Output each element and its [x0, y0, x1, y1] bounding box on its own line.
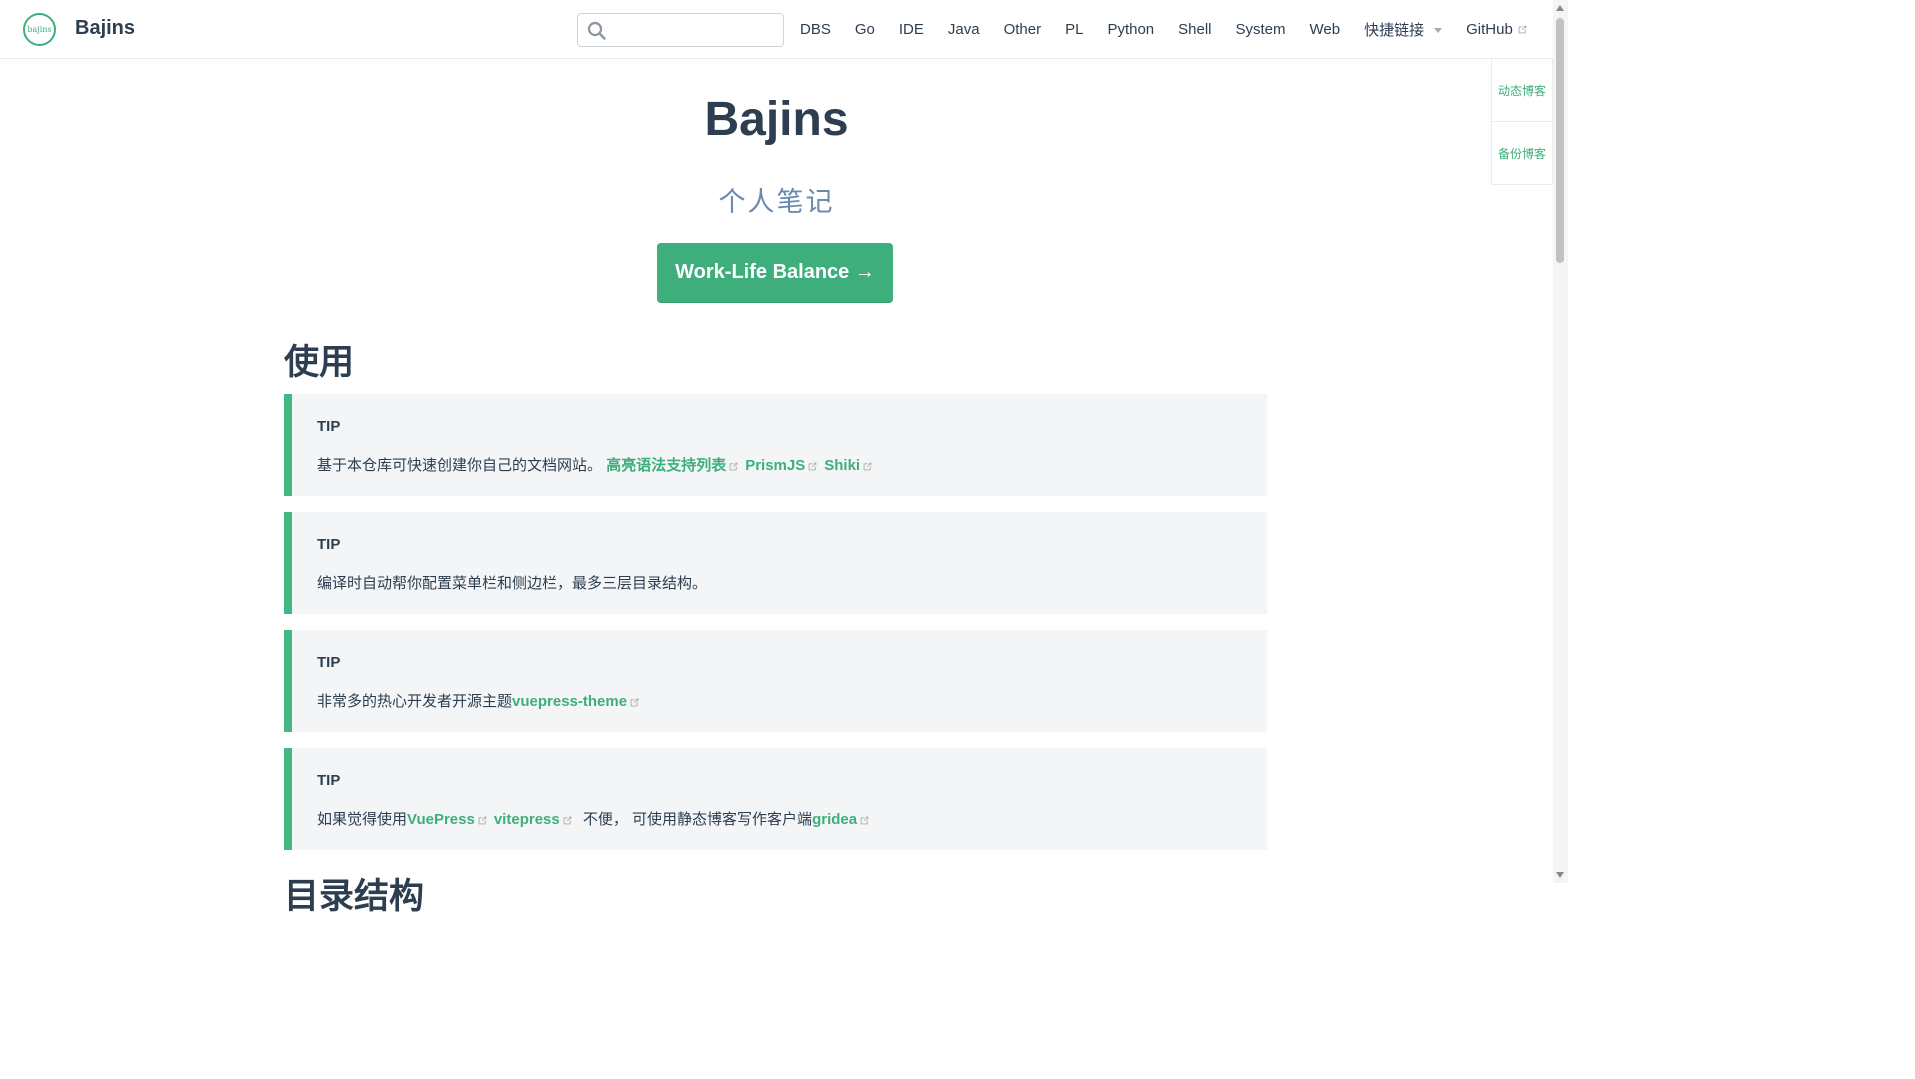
gridea-link-text: gridea: [812, 811, 858, 828]
vitepress-link[interactable]: vitepress: [494, 811, 579, 828]
chevron-down-icon: [1434, 28, 1443, 33]
nav-link-web[interactable]: Web: [1310, 21, 1341, 38]
nav-link-java[interactable]: Java: [948, 21, 980, 38]
external-link-icon: [478, 816, 487, 824]
vuepress-theme-link-text: vuepress-theme: [512, 693, 628, 710]
external-link-icon: [860, 816, 869, 824]
nav-link-python[interactable]: Python: [1107, 21, 1154, 38]
site-logo[interactable]: bajins: [23, 13, 56, 46]
navbar: bajins Bajins DBS Go IDE Java Other PL P…: [0, 0, 1553, 59]
external-link-icon: [808, 462, 817, 470]
hero-title: Bajins: [704, 93, 849, 146]
tip-text: 非常多的热心开发者开源主题: [317, 693, 513, 710]
scroll-up-arrow-icon[interactable]: [1556, 5, 1564, 11]
nav-links: DBS Go IDE Java Other PL Python Shell Sy…: [800, 19, 1552, 40]
scroll-down-arrow-icon[interactable]: [1556, 872, 1564, 878]
search-icon: [587, 21, 606, 40]
vuepress-link[interactable]: VuePress: [407, 811, 494, 828]
external-link-icon: [729, 462, 738, 470]
nav-link-system[interactable]: System: [1236, 21, 1286, 38]
tip-text: 基于本仓库可快速创建你自己的文档网站。: [317, 457, 603, 474]
logo-text: bajins: [27, 25, 52, 34]
tip-title: TIP: [317, 418, 341, 435]
nav-link-other[interactable]: Other: [1004, 21, 1042, 38]
nav-link-go[interactable]: Go: [855, 21, 875, 38]
tip-body: 非常多的热心开发者开源主题vuepress-theme: [317, 690, 646, 711]
tip-title: TIP: [317, 654, 341, 671]
github-label: GitHub: [1466, 21, 1513, 38]
scroll-thumb[interactable]: [1556, 18, 1564, 263]
section-title-directory: 目录结构: [284, 877, 425, 916]
vuepress-theme-link[interactable]: vuepress-theme: [512, 693, 646, 710]
action-button[interactable]: Work-Life Balance →: [657, 243, 893, 303]
vuepress-link-text: VuePress: [407, 811, 475, 828]
shiki-link[interactable]: Shiki: [824, 457, 879, 474]
external-link-icon: [1518, 25, 1527, 34]
tip-title: TIP: [317, 536, 341, 553]
tip-body: 基于本仓库可快速创建你自己的文档网站。 高亮语法支持列表 PrismJS Shiki: [317, 454, 879, 475]
nav-link-ide[interactable]: IDE: [899, 21, 924, 38]
site-name-link[interactable]: Bajins: [75, 17, 135, 40]
tip-block: TIP 非常多的热心开发者开源主题vuepress-theme: [284, 630, 1267, 732]
tip-title: TIP: [317, 772, 341, 789]
search-box: [577, 13, 784, 47]
tip-block: TIP 基于本仓库可快速创建你自己的文档网站。 高亮语法支持列表 PrismJS S…: [284, 394, 1267, 496]
nav-link-github[interactable]: GitHub: [1466, 21, 1528, 38]
prismjs-link-text: PrismJS: [745, 457, 806, 474]
nav-link-pl[interactable]: PL: [1065, 21, 1083, 38]
search-input[interactable]: [608, 18, 778, 42]
highlight-list-link-text: 高亮语法支持列表: [606, 457, 727, 474]
quick-links-label: 快捷链接: [1364, 22, 1425, 39]
shiki-link-text: Shiki: [824, 457, 861, 474]
nav-link-dbs[interactable]: DBS: [800, 21, 831, 38]
section-title-usage: 使用: [284, 343, 355, 382]
highlight-list-link[interactable]: 高亮语法支持列表: [606, 457, 745, 474]
tip-block: TIP 如果觉得使用VuePress vitepress 不便， 可使用静态博客写…: [284, 748, 1267, 850]
hero-description: 个人笔记: [718, 187, 835, 217]
tip-text-middle: 不便， 可使用静态博客写作客户端: [578, 811, 813, 828]
tip-block: TIP 编译时自动帮你配置菜单栏和侧边栏，最多三层目录结构。: [284, 512, 1267, 614]
tip-text: 如果觉得使用: [317, 811, 408, 828]
tip-body: 编译时自动帮你配置菜单栏和侧边栏，最多三层目录结构。: [317, 575, 708, 592]
tip-body: 如果觉得使用VuePress vitepress 不便， 可使用静态博客写作客户端…: [317, 808, 876, 829]
scrollbar[interactable]: [1553, 0, 1568, 883]
gridea-link[interactable]: gridea: [812, 811, 876, 828]
external-link-icon: [563, 816, 572, 824]
external-link-icon: [863, 462, 872, 470]
external-link-icon: [630, 698, 639, 706]
prismjs-link[interactable]: PrismJS: [745, 457, 824, 474]
quick-links-dropdown[interactable]: 快捷链接: [1364, 19, 1443, 40]
vitepress-link-text: vitepress: [493, 811, 560, 828]
nav-link-shell[interactable]: Shell: [1178, 21, 1211, 38]
